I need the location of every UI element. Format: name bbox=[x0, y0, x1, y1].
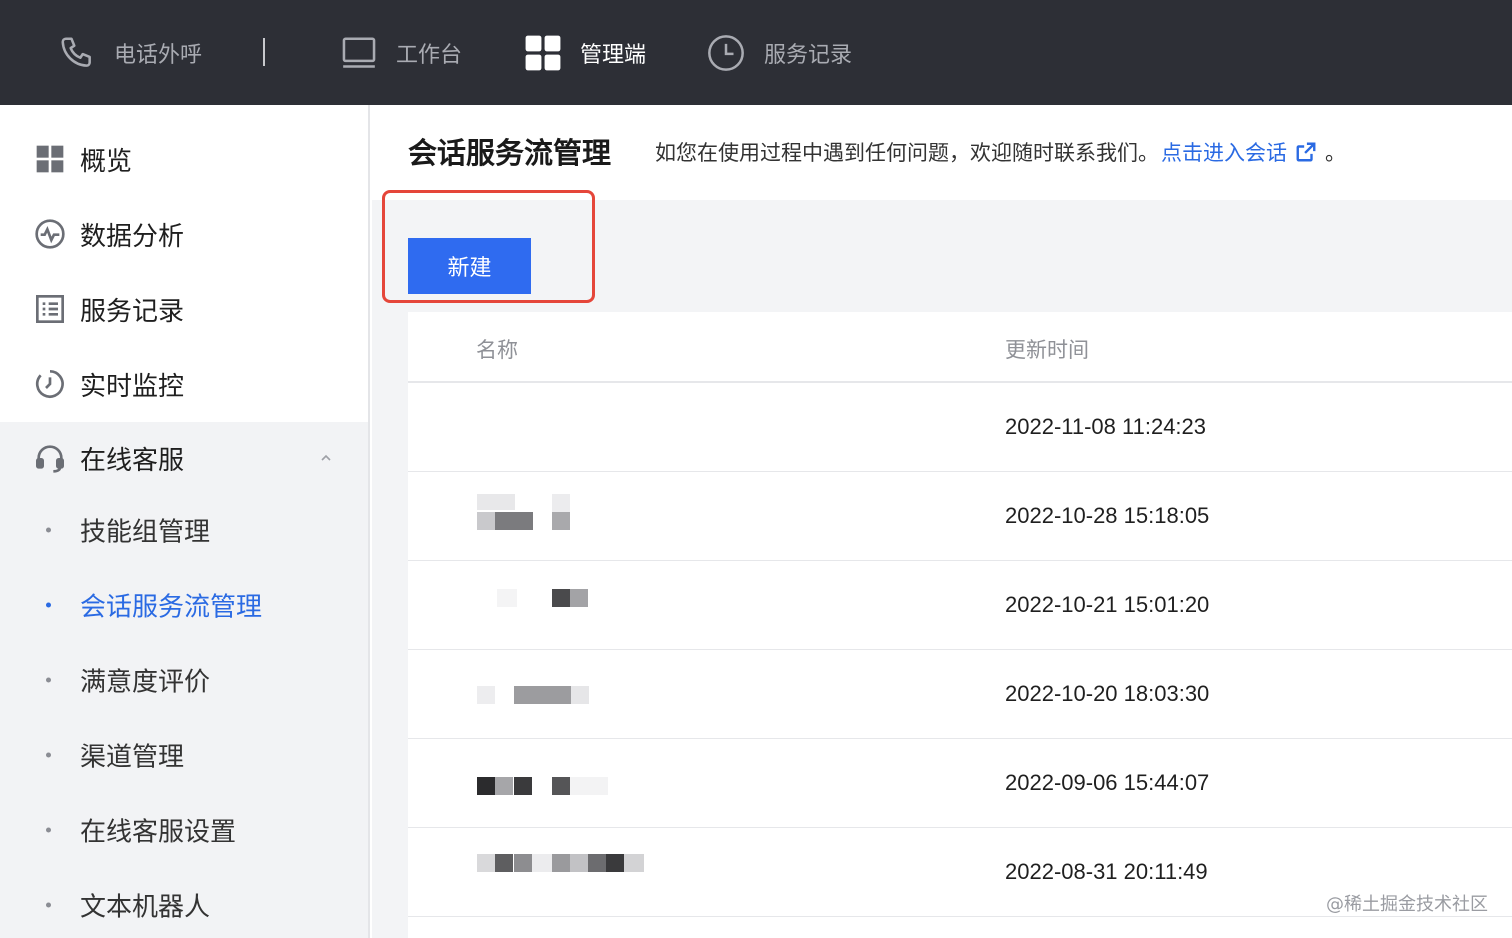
updated-time: 2022-11-08 11:24:23 bbox=[1005, 414, 1207, 439]
sidebar-subitem-session-flow[interactable]: 会话服务流管理 bbox=[0, 575, 368, 635]
name-cell-redacted bbox=[477, 650, 677, 739]
grid-icon bbox=[36, 145, 64, 173]
watermark: @稀土掘金技术社区 bbox=[1326, 894, 1488, 915]
table-row[interactable]: 2022-10-20 18:03:30 bbox=[408, 650, 1512, 739]
column-header-name: 名称 bbox=[476, 338, 518, 362]
new-button[interactable]: 新建 bbox=[408, 238, 531, 294]
name-cell-redacted bbox=[477, 472, 677, 561]
sidebar-group-online-service[interactable]: 在线客服 bbox=[0, 422, 368, 494]
nav-label: 工作台 bbox=[396, 42, 463, 68]
name-cell-redacted bbox=[477, 739, 677, 828]
notice-text: 如您在使用过程中遇到任何问题，欢迎随时联系我们。 bbox=[655, 141, 1159, 165]
sidebar-item-label: 实时监控 bbox=[80, 371, 185, 402]
sidebar-item-label: 服务记录 bbox=[80, 296, 185, 327]
content-gutter bbox=[372, 312, 408, 938]
sidebar-subitem-label: 渠道管理 bbox=[80, 742, 185, 773]
refresh-icon bbox=[35, 370, 64, 398]
sidebar: 概览 数据分析 服务记录 实时监控 在线客服 技能组管理 会话服务流管理 满意度… bbox=[0, 105, 370, 938]
sidebar-subitem-label: 会话服务流管理 bbox=[80, 592, 263, 623]
service-flow-table: 名称 更新时间 2022-11-08 11:24:23 2022-10-28 1… bbox=[408, 312, 1512, 938]
sidebar-subitem-skill-groups[interactable]: 技能组管理 bbox=[0, 500, 368, 560]
bullet-dot bbox=[46, 602, 51, 608]
sidebar-item-service-records[interactable]: 服务记录 bbox=[0, 273, 368, 345]
list-icon bbox=[36, 295, 64, 323]
nav-phone-outbound[interactable]: 电话外呼 bbox=[58, 0, 202, 105]
bullet-dot bbox=[46, 827, 51, 833]
clock-icon bbox=[708, 34, 744, 71]
headset-icon bbox=[36, 445, 64, 473]
nav-divider bbox=[263, 38, 265, 66]
nav-service-records[interactable]: 服务记录 bbox=[706, 0, 852, 105]
updated-time: 2022-10-20 18:03:30 bbox=[1005, 681, 1210, 706]
updated-time: 2022-10-21 15:01:20 bbox=[1005, 592, 1210, 617]
nav-admin[interactable]: 管理端 bbox=[524, 0, 646, 105]
table-row[interactable]: 2022-10-28 15:18:05 bbox=[408, 472, 1512, 561]
bullet-dot bbox=[46, 902, 51, 908]
bullet-dot bbox=[46, 677, 51, 683]
phone-icon bbox=[61, 36, 91, 67]
name-cell-redacted bbox=[477, 828, 677, 917]
grid-icon bbox=[525, 35, 561, 70]
bullet-dot bbox=[46, 752, 51, 758]
nav-label: 服务记录 bbox=[764, 42, 853, 68]
table-row[interactable]: 2022-10-21 15:01:20 bbox=[408, 561, 1512, 650]
sidebar-subitem-text-robot[interactable]: 文本机器人 bbox=[0, 875, 368, 935]
name-cell-redacted bbox=[477, 561, 677, 650]
nav-label: 管理端 bbox=[580, 42, 647, 68]
sidebar-group-label: 在线客服 bbox=[80, 445, 185, 476]
sidebar-subitem-label: 技能组管理 bbox=[80, 517, 211, 548]
updated-time: 2022-08-31 20:11:49 bbox=[1005, 859, 1208, 884]
updated-time: 2022-10-28 15:18:05 bbox=[1005, 503, 1210, 528]
top-nav-bar: 电话外呼 工作台 管理端 服务记录 bbox=[0, 0, 1512, 105]
help-notice: 如您在使用过程中遇到任何问题，欢迎随时联系我们。 点击进入会话 。 bbox=[655, 137, 1346, 167]
sidebar-item-realtime-monitor[interactable]: 实时监控 bbox=[0, 348, 368, 420]
name-cell-redacted bbox=[477, 383, 677, 472]
nav-label: 电话外呼 bbox=[114, 42, 203, 68]
notice-period: 。 bbox=[1325, 141, 1346, 165]
sidebar-item-data-analysis[interactable]: 数据分析 bbox=[0, 198, 368, 270]
column-header-updated: 更新时间 bbox=[1005, 338, 1089, 362]
sidebar-subitem-label: 文本机器人 bbox=[80, 892, 211, 923]
sidebar-subitem-label: 满意度评价 bbox=[80, 667, 211, 698]
table-header: 名称 更新时间 bbox=[408, 312, 1512, 383]
sidebar-subitem-online-settings[interactable]: 在线客服设置 bbox=[0, 800, 368, 860]
enter-session-link[interactable]: 点击进入会话 bbox=[1161, 137, 1287, 167]
sidebar-item-label: 数据分析 bbox=[80, 221, 185, 252]
chevron-up-icon[interactable] bbox=[318, 450, 334, 466]
updated-time: 2022-09-06 15:44:07 bbox=[1005, 770, 1210, 795]
table-row[interactable]: 2022-09-06 15:44:07 bbox=[408, 739, 1512, 828]
page-title: 会话服务流管理 bbox=[408, 136, 612, 170]
monitor-icon bbox=[342, 36, 376, 68]
nav-workbench[interactable]: 工作台 bbox=[340, 0, 462, 105]
bullet-dot bbox=[46, 527, 51, 533]
sidebar-item-label: 概览 bbox=[80, 146, 133, 177]
pulse-icon bbox=[35, 219, 65, 249]
table-row[interactable]: 2022-11-08 11:24:23 bbox=[408, 383, 1512, 472]
sidebar-subitem-channels[interactable]: 渠道管理 bbox=[0, 725, 368, 785]
sidebar-item-overview[interactable]: 概览 bbox=[0, 123, 368, 195]
external-link-icon[interactable] bbox=[1295, 141, 1317, 163]
sidebar-subitem-label: 在线客服设置 bbox=[80, 817, 237, 848]
sidebar-subitem-satisfaction[interactable]: 满意度评价 bbox=[0, 650, 368, 710]
